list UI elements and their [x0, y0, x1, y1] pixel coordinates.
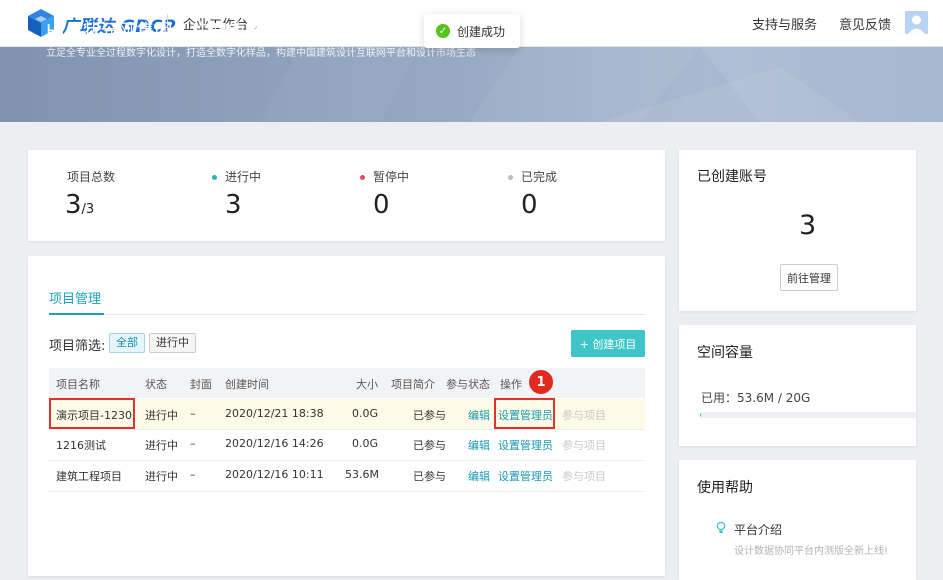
project-status: 进行中: [145, 470, 178, 483]
project-status: 进行中: [145, 439, 178, 452]
ongoing-label: 进行中: [212, 168, 261, 185]
project-cover: –: [190, 468, 196, 481]
storage-progress-fill: [700, 412, 702, 418]
ongoing-dot: [212, 175, 217, 180]
set-admin-link[interactable]: 设置管理员: [498, 468, 553, 484]
feedback-link[interactable]: 意见反馈: [839, 14, 891, 33]
set-admin-link[interactable]: 设置管理员: [498, 407, 553, 423]
lightbulb-icon: [716, 521, 726, 538]
project-intro: 已参与: [413, 470, 446, 483]
stats-card: [28, 150, 665, 241]
project-name[interactable]: 演示项目-1230: [56, 407, 132, 423]
join-project-link[interactable]: 参与项目: [562, 407, 606, 423]
paused-value: 0: [373, 190, 390, 220]
project-name[interactable]: 1216测试: [56, 437, 106, 453]
col-actions: 操作: [500, 378, 522, 391]
edit-link[interactable]: 编辑: [468, 437, 490, 453]
tab-project-management[interactable]: 项目管理: [49, 288, 101, 307]
table-row: [49, 430, 645, 461]
go-manage-button[interactable]: 前往管理: [780, 264, 838, 291]
accounts-title: 已创建账号: [697, 169, 767, 185]
check-circle-icon: ✓: [436, 24, 450, 38]
project-intro: 已参与: [413, 409, 446, 422]
project-cover: –: [190, 407, 196, 420]
filter-label: 项目筛选:: [49, 339, 106, 354]
col-name: 项目名称: [56, 378, 100, 391]
banner-subtitle: 立足全专业全过程数字化设计，打造全数字化样品，构建中国建筑设计互联网平台和设计市…: [46, 48, 476, 59]
create-project-button[interactable]: + 创建项目: [571, 330, 645, 357]
step-badge: 1: [529, 370, 553, 394]
help-item-title[interactable]: 平台介绍: [734, 521, 782, 538]
col-status: 状态: [145, 378, 167, 391]
storage-title: 空间容量: [697, 345, 753, 361]
project-name[interactable]: 建筑工程项目: [56, 468, 122, 484]
avatar[interactable]: [905, 11, 928, 34]
paused-label: 暂停中: [360, 168, 409, 185]
success-toast: ✓ 创建成功: [424, 14, 520, 48]
paused-dot: [360, 175, 365, 180]
table-header: [49, 368, 645, 398]
project-created: 2020/12/21 18:38: [225, 407, 324, 420]
ongoing-value: 3: [225, 190, 242, 220]
tab-active-indicator: [49, 313, 104, 315]
total-value: 3/3: [65, 190, 95, 220]
filter-ongoing[interactable]: 进行中: [149, 333, 196, 353]
storage-progress-bar: [700, 412, 916, 418]
tab-divider: [49, 314, 645, 315]
project-created: 2020/12/16 10:11: [225, 468, 324, 481]
project-created: 2020/12/16 14:26: [225, 437, 324, 450]
done-dot: [508, 175, 513, 180]
col-size: 大小: [356, 378, 378, 391]
join-project-link[interactable]: 参与项目: [562, 437, 606, 453]
help-item-desc: 设计数据协同平台内测版全新上线!: [734, 546, 889, 557]
set-admin-link[interactable]: 设置管理员: [498, 437, 553, 453]
project-intro: 已参与: [413, 439, 446, 452]
col-created: 创建时间: [225, 378, 269, 391]
project-cover: –: [190, 437, 196, 450]
storage-used-text: 已用：53.6M / 20G: [701, 391, 811, 405]
col-intro: 项目简介: [391, 378, 435, 391]
accounts-count: 3: [799, 210, 817, 241]
edit-link[interactable]: 编辑: [468, 468, 490, 484]
support-link[interactable]: 支持与服务: [752, 14, 817, 33]
done-value: 0: [521, 190, 538, 220]
help-title: 使用帮助: [697, 480, 753, 496]
toast-text: 创建成功: [457, 24, 506, 39]
filter-all[interactable]: 全部: [109, 333, 145, 353]
col-participation: 参与状态: [446, 378, 490, 391]
done-label: 已完成: [508, 168, 557, 185]
project-size: 53.6M: [345, 468, 379, 481]
total-label: 项目总数: [67, 170, 116, 184]
project-status: 进行中: [145, 409, 178, 422]
project-size: 0.0G: [352, 407, 379, 420]
table-row: [49, 399, 645, 430]
project-size: 0.0G: [352, 437, 379, 450]
edit-link[interactable]: 编辑: [468, 407, 490, 423]
col-cover: 封面: [190, 378, 212, 391]
banner-title: Hi，状元刚集团，欢迎使用广联达设计数据协同平台: [46, 21, 461, 42]
join-project-link[interactable]: 参与项目: [562, 468, 606, 484]
